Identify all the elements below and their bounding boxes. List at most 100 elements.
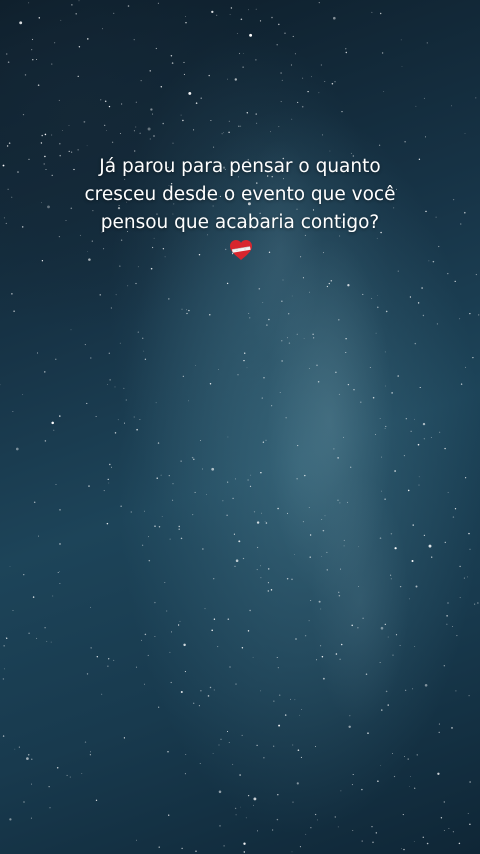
- star: [309, 556, 311, 558]
- star: [170, 681, 172, 684]
- star: [110, 307, 113, 309]
- star: [287, 337, 289, 339]
- star: [115, 294, 117, 296]
- star: [96, 656, 98, 658]
- star: [33, 501, 36, 504]
- star: [180, 537, 183, 540]
- star: [209, 383, 212, 385]
- star: [211, 10, 214, 14]
- star: [422, 422, 426, 426]
- star: [308, 291, 310, 293]
- star: [271, 405, 273, 407]
- star: [416, 754, 418, 756]
- star: [12, 610, 14, 611]
- star: [14, 748, 16, 750]
- star: [230, 7, 233, 9]
- star: [322, 529, 325, 532]
- star: [209, 314, 211, 316]
- star: [23, 801, 25, 803]
- star: [86, 402, 88, 404]
- star: [333, 16, 336, 20]
- star: [400, 39, 402, 41]
- star: [424, 684, 428, 687]
- star: [164, 582, 166, 584]
- star: [407, 489, 410, 492]
- starfield: [0, 0, 480, 853]
- star: [318, 92, 320, 94]
- star: [32, 596, 35, 598]
- star: [239, 774, 241, 776]
- star: [38, 535, 39, 537]
- star: [156, 477, 158, 479]
- star: [372, 841, 374, 844]
- star: [124, 422, 125, 424]
- star: [87, 38, 89, 40]
- star: [468, 532, 470, 535]
- star: [144, 683, 145, 685]
- star: [104, 124, 106, 126]
- star: [271, 16, 273, 19]
- star: [326, 285, 329, 288]
- star: [452, 198, 455, 201]
- star: [419, 386, 421, 389]
- star: [41, 260, 44, 262]
- star: [265, 522, 268, 524]
- star: [415, 105, 417, 107]
- star: [207, 695, 210, 697]
- star: [472, 356, 474, 359]
- star: [40, 142, 43, 144]
- star: [360, 401, 362, 403]
- star: [119, 342, 121, 344]
- star: [198, 253, 201, 256]
- star: [345, 51, 348, 54]
- star: [358, 586, 359, 587]
- star: [185, 754, 187, 755]
- star: [381, 709, 383, 711]
- star: [402, 814, 404, 816]
- star: [139, 418, 141, 420]
- star: [2, 164, 5, 167]
- star: [9, 818, 12, 821]
- star: [219, 825, 221, 827]
- star: [456, 635, 458, 637]
- star: [250, 474, 252, 476]
- star: [172, 483, 174, 485]
- star: [295, 638, 297, 640]
- star: [447, 602, 449, 604]
- star: [260, 472, 262, 474]
- star: [464, 211, 466, 214]
- star: [68, 125, 70, 126]
- star: [143, 350, 145, 352]
- star: [3, 217, 5, 219]
- star: [448, 827, 450, 829]
- star: [296, 333, 298, 335]
- star: [414, 645, 416, 647]
- star: [135, 666, 138, 668]
- star: [95, 416, 97, 418]
- star: [242, 52, 244, 54]
- star: [36, 637, 38, 639]
- star: [234, 565, 236, 568]
- star: [247, 630, 250, 632]
- star: [292, 744, 294, 746]
- star: [81, 773, 83, 774]
- star: [212, 753, 214, 754]
- star: [245, 817, 247, 819]
- star: [444, 541, 446, 544]
- star: [291, 295, 293, 297]
- star: [69, 776, 71, 778]
- star: [133, 39, 135, 41]
- star: [387, 704, 389, 706]
- star: [281, 360, 283, 362]
- star: [31, 38, 34, 41]
- star: [326, 551, 328, 553]
- star: [279, 391, 281, 393]
- star: [349, 715, 351, 717]
- star: [347, 383, 350, 386]
- star: [322, 677, 325, 680]
- star: [204, 608, 206, 610]
- star: [390, 533, 393, 535]
- star: [302, 521, 304, 523]
- caption-line-3: pensou que acabaria contigo?: [100, 212, 380, 233]
- star: [475, 97, 477, 99]
